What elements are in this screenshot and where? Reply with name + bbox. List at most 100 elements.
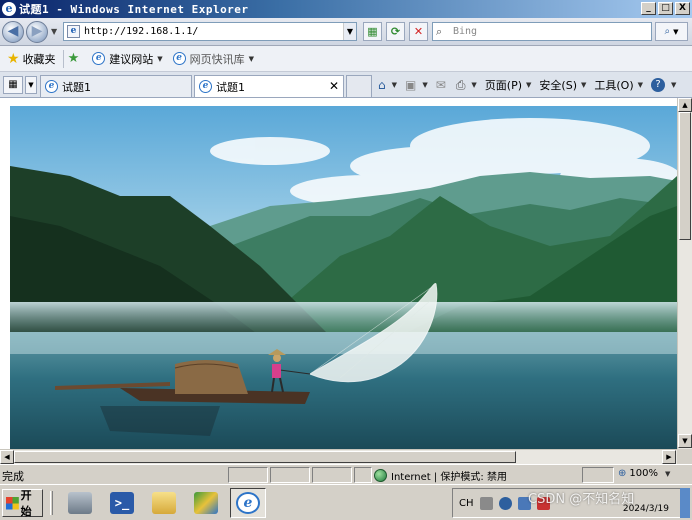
start-button[interactable]: 开始 — [2, 489, 43, 518]
url-text[interactable]: http://192.168.1.1/ — [84, 26, 343, 37]
back-button[interactable]: ◀ — [2, 21, 24, 43]
keyboard-icon[interactable] — [479, 496, 493, 510]
show-desktop-button[interactable] — [680, 488, 690, 518]
status-pane — [312, 467, 352, 483]
search-magnifier-icon: ⌕ — [664, 26, 671, 37]
address-bar[interactable]: e http://192.168.1.1/ ▼ — [63, 22, 357, 41]
add-to-favorites-icon[interactable]: ★ — [68, 51, 80, 66]
status-text: 完成 — [2, 470, 24, 483]
favorites-button[interactable]: ★ 收藏夹 — [4, 49, 59, 69]
scroll-left-icon[interactable]: ◀ — [0, 450, 14, 464]
scroll-up-icon[interactable]: ▲ — [678, 98, 692, 112]
tab-title: 试题1 — [62, 80, 91, 94]
search-go-button[interactable]: ⌕ ▼ — [655, 22, 688, 41]
horizontal-scroll-thumb[interactable] — [14, 451, 516, 463]
page-content: ▲ ▼ ◀ ▶ — [0, 98, 692, 464]
forward-button[interactable]: ▶ — [26, 21, 48, 43]
search-box[interactable]: ⌕ Bing — [432, 22, 652, 41]
maximize-button[interactable]: □ — [658, 2, 673, 15]
mail-icon: ✉ — [435, 78, 446, 92]
new-tab-button[interactable] — [346, 75, 372, 97]
globe-icon — [374, 469, 387, 482]
search-icon: ⌕ — [436, 24, 443, 38]
page-menu-label: 页面(P) — [484, 79, 523, 92]
search-input[interactable]: Bing — [453, 26, 477, 37]
compatibility-view-button[interactable]: ▦ — [363, 22, 382, 41]
favorites-item-label: 网页快讯库 — [189, 52, 245, 66]
chevron-down-icon: ▼ — [391, 81, 398, 89]
protected-mode-indicator[interactable] — [354, 467, 372, 483]
chevron-down-icon: ▼ — [526, 81, 532, 89]
status-pane — [228, 467, 268, 483]
search-options-dropdown-icon[interactable]: ▼ — [673, 28, 678, 36]
favorites-item-label: 建议网站 — [109, 52, 154, 66]
page-icon: e — [67, 25, 80, 38]
safety-menu-label: 安全(S) — [539, 79, 577, 92]
server-manager-icon[interactable] — [62, 488, 98, 518]
taskbar-grip — [50, 491, 53, 515]
window-title-bar[interactable]: e 试题1 - Windows Internet Explorer _ □ X — [0, 0, 692, 18]
favorites-item-suggested-sites[interactable]: e 建议网站 ▼ — [89, 49, 165, 69]
ie-page-icon: e — [45, 80, 58, 93]
home-button[interactable]: ⌂ ▼ — [378, 78, 397, 92]
start-label: 开始 — [20, 489, 32, 518]
zone-label: Internet | 保护模式: 禁用 — [391, 472, 507, 483]
help-button[interactable]: ? ▼ — [651, 78, 676, 92]
window-controls: _ □ X — [641, 2, 690, 15]
page-menu[interactable]: 页面(P) ▼ — [485, 77, 532, 93]
chevron-down-icon: ▼ — [248, 54, 254, 63]
minimize-button[interactable]: _ — [641, 2, 656, 15]
tab-2-active[interactable]: e 试题1 ✕ — [194, 75, 344, 97]
tab-list-dropdown-icon[interactable]: ▼ — [25, 76, 37, 94]
status-bar: 完成 Internet | 保护模式: 禁用 ⊕ 100% ▼ — [0, 464, 692, 484]
close-tab-icon[interactable]: ✕ — [329, 79, 339, 93]
address-dropdown-icon[interactable]: ▼ — [343, 23, 356, 40]
vertical-scrollbar[interactable]: ▲ ▼ — [677, 98, 692, 449]
print-button[interactable]: ⎙ ▼ — [456, 78, 477, 93]
chevron-down-icon: ▼ — [471, 81, 477, 89]
stop-button[interactable]: ✕ — [409, 22, 428, 41]
tab-title: 试题1 — [216, 80, 245, 94]
chevron-down-icon: ▼ — [671, 81, 677, 89]
vertical-scroll-thumb[interactable] — [679, 112, 691, 240]
navigation-bar: ◀ ▶ ▼ e http://192.168.1.1/ ▼ ▦ ⟳ ✕ ⌕ Bi… — [0, 18, 692, 46]
tab-bar: ▦ ▼ e 试题1 e 试题1 ✕ ⌂ ▼ ▣ ▼ ✉ ⎙ ▼ 页面(P) ▼ 安全(S… — [0, 72, 692, 98]
scrollbar-corner — [677, 449, 692, 464]
zoom-level-button[interactable]: ⊕ 100% ▼ — [618, 468, 670, 479]
favorites-star-icon: ★ — [7, 50, 20, 67]
tools-menu[interactable]: 工具(O) ▼ — [594, 77, 643, 93]
security-zone[interactable]: Internet | 保护模式: 禁用 — [374, 468, 507, 483]
internet-explorer-icon[interactable]: e — [230, 488, 266, 518]
scroll-right-icon[interactable]: ▶ — [662, 450, 676, 464]
divider — [62, 49, 64, 68]
rss-feed-icon: ▣ — [405, 78, 417, 92]
chevron-down-icon: ▼ — [157, 54, 163, 63]
command-bar: ⌂ ▼ ▣ ▼ ✉ ⎙ ▼ 页面(P) ▼ 安全(S) ▼ 工具(O) ▼ ? ▼ — [378, 76, 684, 94]
explorer-folder-icon[interactable] — [146, 488, 182, 518]
chevron-down-icon: ▼ — [422, 81, 428, 89]
favorites-bar: ★ 收藏夹 ★ e 建议网站 ▼ e 网页快讯库 ▼ — [0, 46, 692, 72]
status-pane — [270, 467, 310, 483]
window-title: 试题1 - Windows Internet Explorer — [19, 3, 249, 16]
powershell-icon[interactable]: >_ — [104, 488, 140, 518]
scroll-down-icon[interactable]: ▼ — [678, 434, 692, 448]
feeds-button[interactable]: ▣ ▼ — [405, 78, 428, 92]
tab-1[interactable]: e 试题1 — [40, 75, 192, 97]
quick-tabs-icon[interactable]: ▦ — [3, 76, 23, 94]
recent-pages-dropdown-icon[interactable]: ▼ — [51, 27, 57, 36]
help-icon[interactable] — [498, 496, 512, 510]
help-icon: ? — [651, 78, 666, 92]
close-button[interactable]: X — [675, 2, 690, 15]
safety-menu[interactable]: 安全(S) ▼ — [539, 77, 586, 93]
refresh-button[interactable]: ⟳ — [386, 22, 405, 41]
watermark: CSDN @不知名知 — [528, 492, 635, 507]
favorites-item-web-slice-gallery[interactable]: e 网页快讯库 ▼ — [170, 49, 257, 69]
ie-page-icon: e — [92, 52, 106, 65]
horizontal-scrollbar[interactable]: ◀ ▶ — [0, 449, 677, 464]
mail-button[interactable]: ✉ — [436, 78, 448, 92]
network-icon[interactable] — [188, 488, 224, 518]
home-icon: ⌂ — [378, 78, 386, 92]
landscape-photo — [10, 106, 677, 449]
chevron-down-icon: ▼ — [664, 469, 671, 478]
language-indicator[interactable]: CH — [459, 498, 474, 509]
